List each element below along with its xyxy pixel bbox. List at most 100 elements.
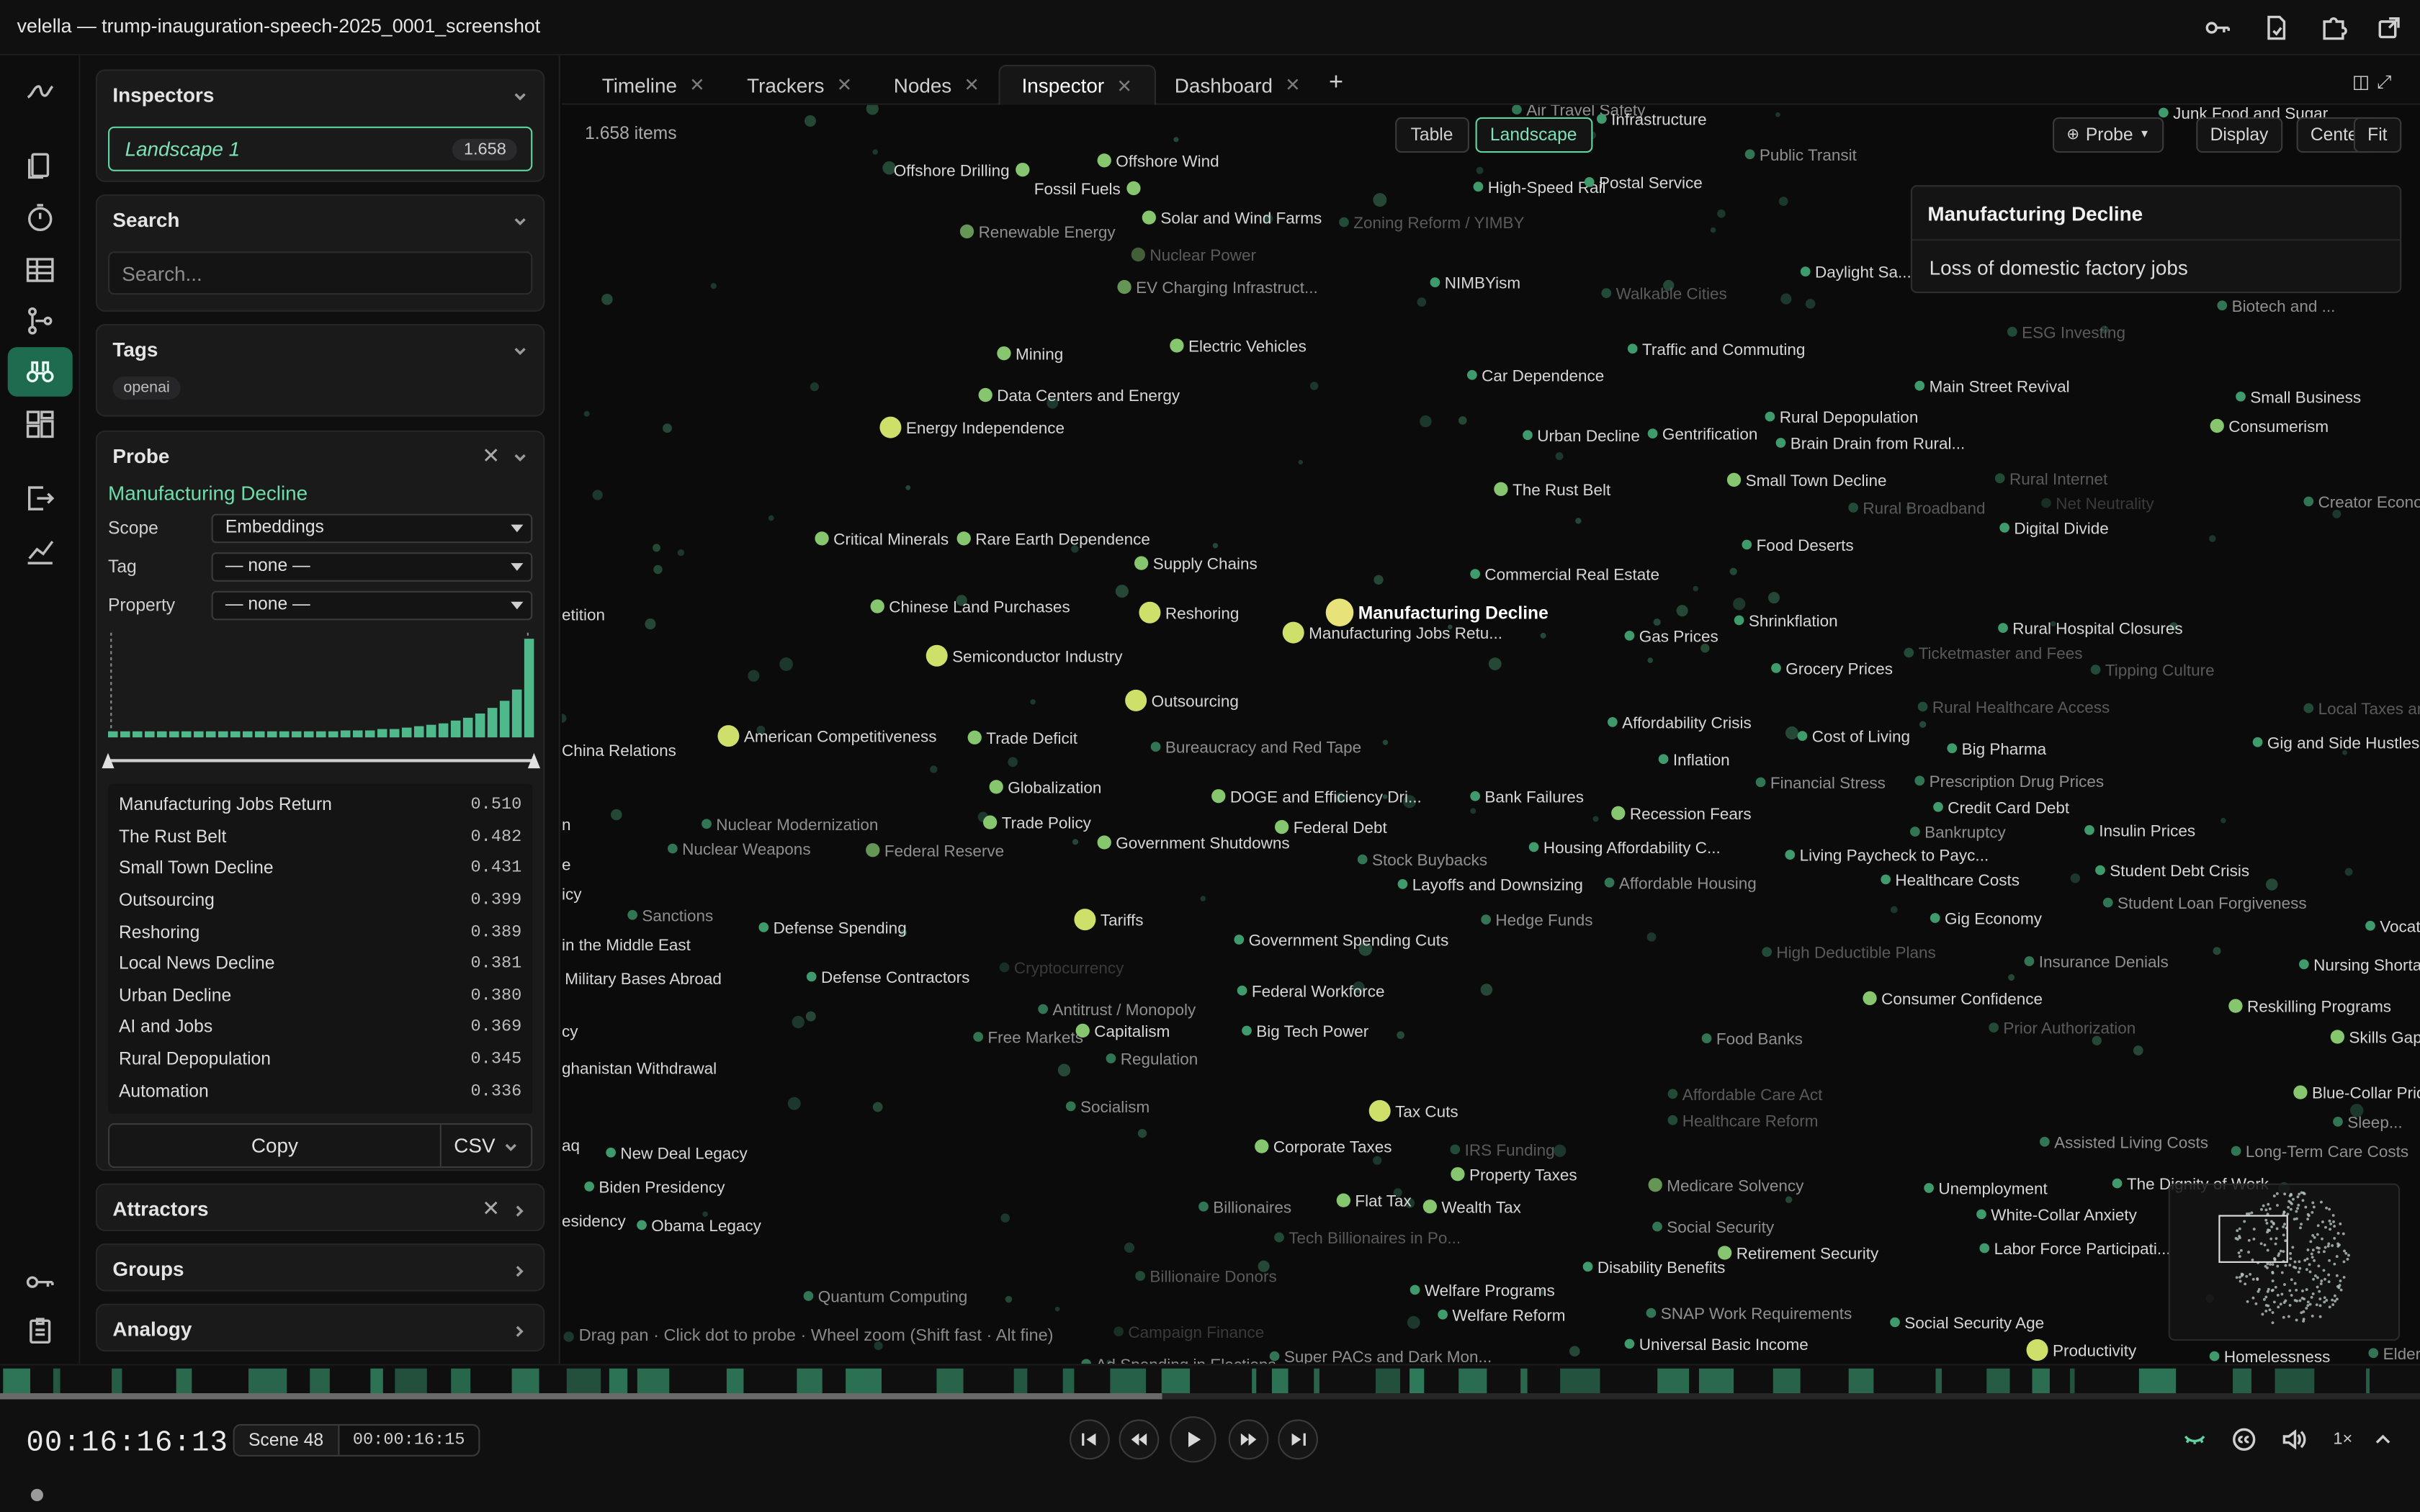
scene-marker[interactable]: [451, 1368, 471, 1393]
landscape-dot[interactable]: [601, 294, 613, 305]
scene-marker[interactable]: [1314, 1368, 1319, 1393]
node-dot[interactable]: [1701, 1033, 1712, 1043]
threshold-slider[interactable]: [102, 752, 540, 772]
landscape-dot[interactable]: [592, 490, 603, 500]
landscape-dot[interactable]: [866, 104, 879, 115]
landscape-node[interactable]: Food Deserts: [1742, 536, 1854, 554]
scene-marker[interactable]: [3, 1368, 30, 1393]
node-dot[interactable]: [1624, 1338, 1635, 1349]
landscape-dot[interactable]: [1373, 193, 1387, 207]
node-dot[interactable]: [1170, 338, 1184, 353]
landscape-node[interactable]: Nuclear Weapons: [668, 840, 811, 858]
landscape-dot[interactable]: [1733, 598, 1746, 611]
landscape-node[interactable]: Gentrification: [1647, 426, 1758, 444]
landscape-node[interactable]: The Rust Belt: [1494, 481, 1611, 499]
landscape-node[interactable]: Food Banks: [1701, 1030, 1803, 1048]
scene-marker[interactable]: [846, 1368, 882, 1393]
landscape-node[interactable]: Electric Vehicles: [1170, 338, 1307, 356]
landscape-dot[interactable]: [748, 670, 760, 682]
node-dot[interactable]: [1065, 1101, 1076, 1112]
landscape-node[interactable]: Defense Contractors: [806, 968, 970, 986]
landscape-dot[interactable]: [1309, 382, 1319, 390]
node-dot[interactable]: [1097, 153, 1111, 168]
landscape-node[interactable]: High Deductible Plans: [1762, 944, 1936, 962]
external-window-icon[interactable]: [2375, 14, 2403, 42]
landscape-dot[interactable]: [677, 549, 685, 557]
landscape-node[interactable]: Rural Hospital Closures: [1998, 620, 2183, 638]
node-dot[interactable]: [2333, 1116, 2343, 1127]
landscape-dot[interactable]: [563, 1331, 574, 1342]
node-dot[interactable]: [2231, 1146, 2241, 1156]
slider-handle-min[interactable]: [102, 752, 115, 769]
landscape-node[interactable]: Rare Earth Dependence: [956, 530, 1150, 548]
landscape-node[interactable]: Federal Debt: [1275, 819, 1388, 837]
landscape-node[interactable]: Biotech and ...: [2217, 297, 2335, 315]
landscape-node[interactable]: Free Markets: [973, 1029, 1083, 1047]
landscape-dot[interactable]: [1710, 227, 1716, 233]
node-dot[interactable]: [2217, 300, 2228, 311]
node-dot[interactable]: [2299, 959, 2309, 970]
landscape-node[interactable]: Prescription Drug Prices: [1914, 773, 2104, 791]
landscape-dot[interactable]: [805, 114, 817, 127]
landscape-dot[interactable]: [663, 423, 672, 433]
minimap[interactable]: [2168, 1183, 2401, 1341]
landscape-dot[interactable]: [1200, 896, 1206, 901]
landscape-node[interactable]: Government Shutdowns: [1097, 834, 1290, 852]
landscape-dot[interactable]: [611, 809, 622, 821]
landscape-dot[interactable]: [2265, 878, 2278, 891]
scene-marker[interactable]: [1110, 1368, 1147, 1393]
landscape-node[interactable]: Nursing Shortag...: [2299, 956, 2420, 974]
landscape-dot[interactable]: [1592, 816, 1599, 822]
node-dot[interactable]: [1470, 569, 1480, 579]
scene-marker[interactable]: [609, 1368, 628, 1393]
landscape-dot[interactable]: [1653, 618, 1661, 626]
landscape-node[interactable]: Small Business: [2236, 388, 2361, 406]
landscape-dot[interactable]: [1212, 543, 1219, 549]
landscape-dot[interactable]: [1054, 1306, 1060, 1312]
landscape-node[interactable]: Rural Depopulation: [1765, 408, 1919, 426]
scene-marker[interactable]: [1161, 1368, 1191, 1393]
node-dot[interactable]: [1881, 874, 1891, 885]
node-dot[interactable]: [1481, 914, 1491, 924]
landscape-node[interactable]: Rural Broadband: [1848, 500, 1986, 518]
node-dot[interactable]: [1914, 380, 1925, 391]
landscape-dot[interactable]: [1397, 1031, 1405, 1040]
landscape-node[interactable]: Energy Independence: [879, 416, 1065, 438]
landscape-node[interactable]: Cost of Living: [1797, 728, 1910, 746]
node-dot[interactable]: [1242, 1025, 1252, 1036]
search-input[interactable]: [108, 251, 533, 295]
node-dot[interactable]: [806, 971, 817, 982]
node-dot[interactable]: [1038, 1004, 1048, 1014]
node-dot[interactable]: [1601, 288, 1612, 298]
eye-closed-icon[interactable]: [2182, 1427, 2207, 1452]
node-dot[interactable]: [1933, 801, 1943, 812]
landscape-node[interactable]: Globalization: [989, 778, 1102, 796]
landscape-node[interactable]: Nuclear Power: [1131, 246, 1257, 264]
node-dot[interactable]: [1771, 662, 1781, 673]
landscape-dot[interactable]: [702, 1211, 708, 1218]
landscape-node[interactable]: ghanistan Withdrawal: [562, 1059, 717, 1077]
scene-marker[interactable]: [1271, 1368, 1289, 1393]
landscape-node[interactable]: Net Neutrality: [2041, 495, 2154, 513]
landscape-dot[interactable]: [1008, 757, 1018, 768]
landscape-dot[interactable]: [1729, 567, 1737, 575]
scene-marker[interactable]: [797, 1368, 823, 1393]
probe-result-row[interactable]: Local News Decline 0.381: [108, 949, 532, 981]
node-dot[interactable]: [1470, 791, 1480, 801]
probe-result-row[interactable]: Automation 0.336: [108, 1076, 532, 1107]
tab-inspector[interactable]: Inspector ✕: [998, 65, 1156, 105]
scene-marker[interactable]: [112, 1368, 122, 1393]
node-dot[interactable]: [1451, 1167, 1465, 1182]
node-dot[interactable]: [997, 346, 1011, 361]
scene-marker[interactable]: [1986, 1368, 2010, 1393]
scene-marker[interactable]: [370, 1368, 383, 1393]
landscape-node[interactable]: Critical Minerals: [815, 530, 949, 548]
node-dot[interactable]: [668, 843, 678, 854]
dashboard-icon[interactable]: [22, 406, 58, 443]
logo-icon[interactable]: [22, 74, 58, 111]
node-dot[interactable]: [2112, 1178, 2123, 1189]
export-icon[interactable]: [22, 480, 58, 516]
node-dot[interactable]: [1647, 428, 1658, 438]
inspectors-header[interactable]: Inspectors: [97, 71, 543, 117]
probe-dropdown[interactable]: ⊕ Probe ▼: [2053, 117, 2164, 153]
